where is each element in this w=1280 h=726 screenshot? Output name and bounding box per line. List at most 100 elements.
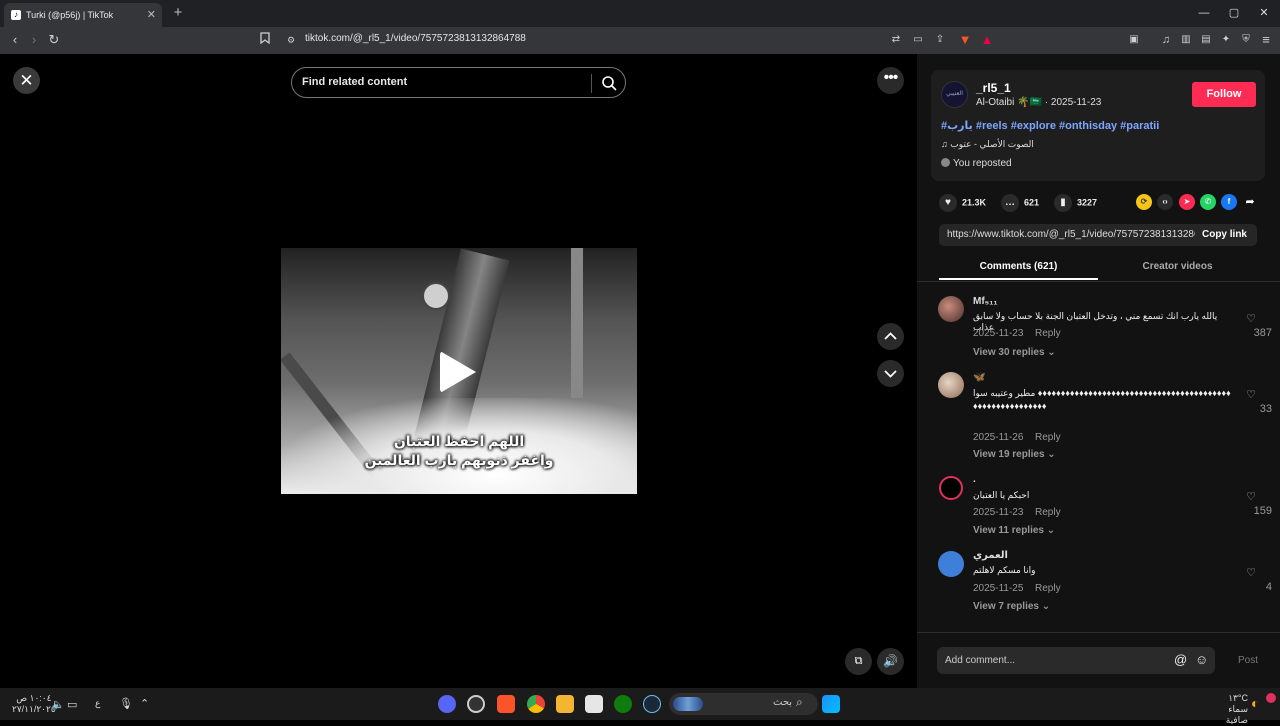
wallet-icon[interactable]: ▤ (1198, 32, 1214, 48)
menu-icon[interactable]: ≡ (1258, 32, 1274, 48)
repost-share-icon[interactable]: ⟳ (1136, 194, 1152, 210)
language-indicator[interactable]: ع (95, 698, 100, 709)
view-replies-button[interactable]: View 7 replies ⌄ (973, 601, 1050, 612)
comment-input[interactable]: Add comment... @ ☺ (937, 647, 1215, 674)
vpn-icon[interactable]: ⛨ (1238, 32, 1254, 48)
comment-count: 621 (1024, 197, 1040, 208)
like-comment-icon[interactable]: ♡ (1243, 566, 1259, 579)
like-comment-icon[interactable]: ♡ (1243, 388, 1259, 401)
like-comment-icon[interactable]: ♡ (1243, 490, 1259, 503)
like-comment-icon[interactable]: ♡ (1243, 312, 1259, 325)
share-link-text[interactable]: https://www.tiktok.com/@_rl5_1/video/757… (947, 229, 1195, 240)
commenter-name[interactable]: العمري (973, 550, 1008, 561)
reply-button[interactable]: Reply (1035, 432, 1061, 443)
emoji-icon[interactable]: ☺ (1195, 652, 1208, 667)
more-share-icon[interactable]: ➦ (1242, 194, 1258, 210)
comment-bubble-icon[interactable]: … (1001, 194, 1019, 212)
share-page-icon[interactable]: ⇪ (932, 32, 948, 48)
back-icon[interactable]: ‹ (7, 32, 23, 48)
post-sound[interactable]: ♫ الصوت الأصلي - عتوب (941, 139, 1034, 150)
post-hashtags[interactable]: #يارب #reels #explore #onthisday #parati… (941, 119, 1159, 132)
brave-shields-icon[interactable]: ▼ (957, 32, 973, 48)
chrome-icon[interactable] (527, 695, 545, 713)
system-clock[interactable]: ١٠:٠٤ ص ٢٧/١١/٢٠٢٥ (12, 693, 56, 715)
close-video-button[interactable]: ✕ (13, 67, 40, 94)
screenshot-icon[interactable]: ▣ (1126, 32, 1142, 48)
more-options-button[interactable]: ••• (877, 67, 904, 94)
cast-icon[interactable]: ▭ (910, 32, 926, 48)
commenter-name[interactable]: 🦋 (973, 372, 985, 383)
forward-icon[interactable]: › (26, 32, 42, 48)
network-tray-icon[interactable]: ▭ (67, 698, 77, 711)
related-search-input[interactable]: Find related content (291, 67, 626, 98)
comment-stat[interactable]: … 621 (1001, 194, 1039, 212)
reload-icon[interactable]: ↻ (46, 32, 62, 48)
notification-badge-icon[interactable] (1266, 693, 1276, 703)
commenter-avatar[interactable] (939, 476, 963, 500)
show-hidden-icons-icon[interactable]: ⌃ (140, 697, 149, 710)
bookmark-icon[interactable] (257, 32, 273, 48)
volume-button[interactable]: 🔊 (877, 648, 904, 675)
windows-start-icon[interactable] (822, 695, 840, 713)
play-icon[interactable] (440, 351, 476, 393)
weather-temp: ١٣°C (1228, 693, 1248, 703)
reply-button[interactable]: Reply (1035, 328, 1061, 339)
tiktok-video-page: ✕ Find related content اللهم احفظ العتبا… (0, 54, 1280, 688)
heart-icon[interactable]: ♥ (939, 194, 957, 212)
media-icon[interactable]: ♫ (1158, 32, 1174, 48)
site-info-icon[interactable]: ⚙ (283, 32, 299, 48)
translate-icon[interactable]: ⇄ (888, 32, 904, 48)
commenter-avatar[interactable] (938, 372, 964, 398)
address-bar[interactable]: tiktok.com/@_rl5_1/video/757572381313286… (305, 33, 526, 44)
follow-button[interactable]: Follow (1192, 82, 1256, 107)
minimize-button[interactable]: — (1196, 5, 1212, 21)
maximize-button[interactable]: ▢ (1226, 5, 1242, 21)
weather-widget[interactable]: ١٣°C سماء صافية (1208, 693, 1248, 726)
volume-tray-icon[interactable]: 🔈 (51, 698, 65, 711)
taskbar-search[interactable]: بحث ⌕ (669, 693, 818, 715)
facebook-icon[interactable]: f (1221, 194, 1237, 210)
bookmark-save-icon[interactable]: ▮ (1054, 194, 1072, 212)
sidebar-icon[interactable]: ▥ (1178, 32, 1194, 48)
reply-button[interactable]: Reply (1035, 507, 1061, 518)
reply-button[interactable]: Reply (1035, 583, 1061, 594)
save-stat[interactable]: ▮ 3227 (1054, 194, 1097, 212)
window-close-button[interactable]: ✕ (1256, 5, 1272, 21)
commenter-avatar[interactable] (938, 551, 964, 577)
commenter-name[interactable]: . (973, 474, 976, 485)
embed-icon[interactable]: ‹› (1157, 194, 1173, 210)
previous-video-button[interactable] (877, 323, 904, 350)
browser-tab[interactable]: ♪ Turki (@p56j) | TikTok ✕ (4, 3, 162, 27)
author-avatar[interactable]: العتيبي (941, 81, 968, 108)
xbox-icon[interactable] (614, 695, 632, 713)
view-replies-button[interactable]: View 30 replies ⌄ (973, 347, 1056, 358)
mention-icon[interactable]: @ (1174, 652, 1187, 667)
tab-close-icon[interactable]: ✕ (147, 3, 156, 27)
commenter-name[interactable]: Mf₅₁₁ (973, 296, 998, 307)
tab-comments[interactable]: Comments (621) (939, 254, 1098, 280)
brave-browser-icon[interactable] (497, 695, 515, 713)
like-stat[interactable]: ♥ 21.3K (939, 194, 986, 212)
microphone-tray-icon[interactable]: 🎙 (119, 697, 133, 710)
new-tab-button[interactable]: + (170, 3, 186, 23)
search-icon[interactable] (600, 74, 618, 92)
brave-rewards-icon[interactable]: ▲ (979, 32, 995, 48)
steam-icon[interactable] (643, 695, 661, 713)
video-frame[interactable]: اللهم احفظ العتبان واغفر ذنوبهم يارب الع… (281, 248, 637, 494)
discord-icon[interactable] (438, 695, 456, 713)
microsoft-store-icon[interactable] (585, 695, 603, 713)
post-comment-button[interactable]: Post (1238, 655, 1258, 666)
view-replies-button[interactable]: View 19 replies ⌄ (973, 449, 1056, 460)
tab-creator-videos[interactable]: Creator videos (1098, 254, 1257, 280)
view-replies-button[interactable]: View 11 replies ⌄ (973, 525, 1055, 536)
next-video-button[interactable] (877, 360, 904, 387)
floating-player-button[interactable]: ⧉ (845, 648, 872, 675)
leo-ai-icon[interactable]: ✦ (1218, 32, 1234, 48)
author-username[interactable]: _rl5_1 (976, 81, 1011, 95)
app-icon[interactable] (467, 695, 485, 713)
copy-link-button[interactable]: Copy link (1202, 229, 1247, 240)
send-to-friends-icon[interactable]: ➤ (1179, 194, 1195, 210)
whatsapp-icon[interactable]: ✆ (1200, 194, 1216, 210)
commenter-avatar[interactable] (938, 296, 964, 322)
file-explorer-icon[interactable] (556, 695, 574, 713)
